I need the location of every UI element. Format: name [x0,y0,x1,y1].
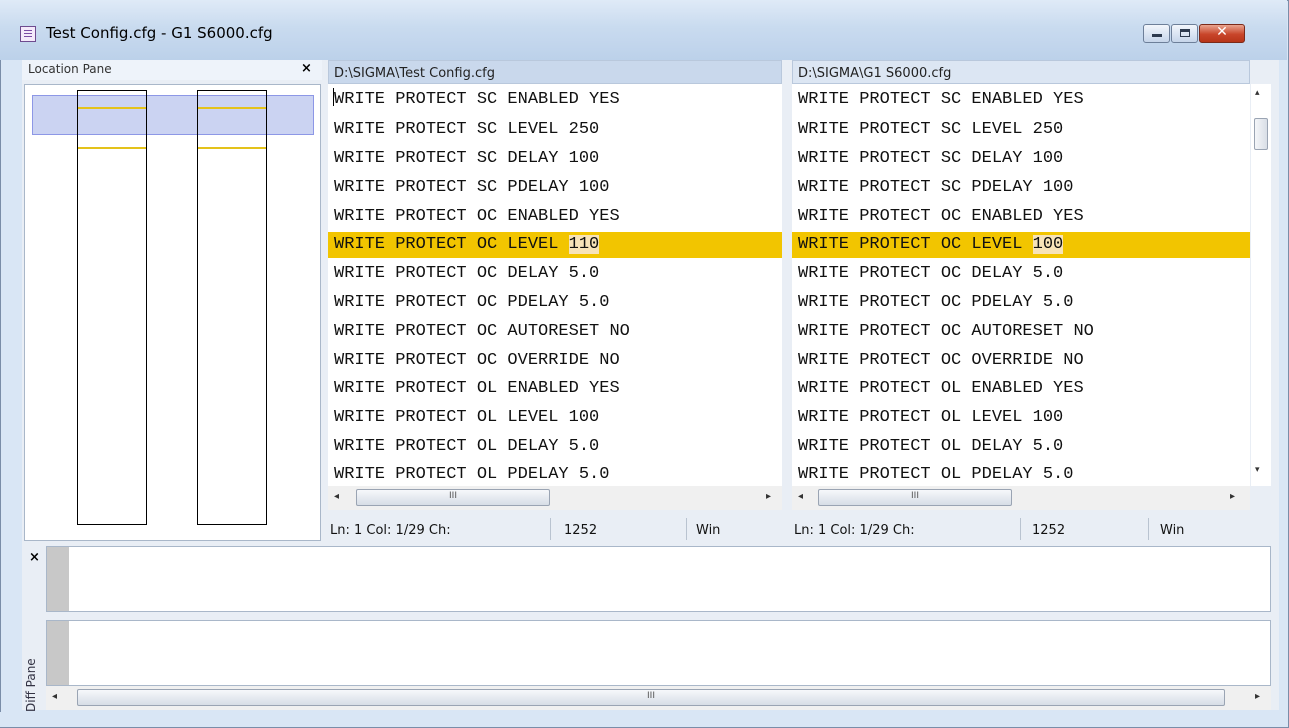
editor-line[interactable]: WRITE PROTECT SC LEVEL 250 [798,118,1063,142]
editor-line[interactable]: WRITE PROTECT OL ENABLED YES [798,377,1084,401]
editor-line[interactable]: WRITE PROTECT SC LEVEL 250 [334,118,599,142]
diff-highlight-line[interactable]: WRITE PROTECT OC LEVEL 100 [792,232,1250,258]
location-pane-close-icon[interactable]: × [301,61,312,76]
status-separator [1020,518,1021,540]
diff-value: 100 [1032,235,1064,254]
left-horizontal-scroll-thumb[interactable]: III [356,489,550,506]
location-diff-marker [198,147,266,149]
editor-line[interactable]: WRITE PROTECT OL DELAY 5.0 [798,435,1063,459]
scroll-right-icon[interactable]: ▸ [1230,491,1235,502]
status-separator [686,518,687,540]
location-bar-left-file[interactable] [77,90,147,525]
maximize-button[interactable] [1171,24,1198,43]
window-bottom-frame [0,712,1287,727]
minimize-icon [1152,34,1162,37]
scroll-down-icon[interactable]: ▾ [1255,465,1260,475]
diff-gutter [47,547,69,611]
editor-line[interactable]: WRITE PROTECT OL PDELAY 5.0 [798,463,1073,486]
close-icon: ✕ [1216,24,1228,40]
editor-line[interactable]: WRITE PROTECT SC PDELAY 100 [334,176,609,200]
maximize-icon [1180,29,1190,37]
editor-line[interactable]: WRITE PROTECT OC OVERRIDE NO [798,349,1084,373]
editor-line[interactable]: WRITE PROTECT OC DELAY 5.0 [334,262,599,286]
scroll-right-icon[interactable]: ▸ [766,491,771,502]
editor-line[interactable]: WRITE PROTECT OC DELAY 5.0 [798,262,1063,286]
editor-line[interactable]: WRITE PROTECT SC ENABLED YES [334,88,620,112]
editor-line-text: WRITE PROTECT OC LEVEL [334,235,569,254]
diff-pane-close-icon[interactable]: × [29,550,40,565]
status-encoding: 1252 [564,523,598,538]
scroll-up-icon[interactable]: ▴ [1255,88,1260,98]
diff-pane-line-left[interactable] [46,546,1271,612]
status-encoding: 1252 [1032,523,1066,538]
editor-line[interactable]: WRITE PROTECT OC AUTORESET NO [334,320,630,344]
diff-pane-line-right[interactable] [46,620,1271,686]
editor-line[interactable]: WRITE PROTECT OL ENABLED YES [334,377,620,401]
status-separator [1148,518,1149,540]
right-file-path: D:\SIGMA\G1 S6000.cfg [792,60,1250,84]
editor-line[interactable]: WRITE PROTECT OC PDELAY 5.0 [798,291,1073,315]
app-icon [20,26,36,42]
scroll-right-icon[interactable]: ▸ [1255,691,1260,702]
editor-line[interactable]: WRITE PROTECT OC ENABLED YES [798,205,1084,229]
editor-line[interactable]: WRITE PROTECT SC ENABLED YES [798,88,1084,112]
editor-line[interactable]: WRITE PROTECT OC ENABLED YES [334,205,620,229]
right-editor[interactable]: WRITE PROTECT SC ENABLED YES WRITE PROTE… [792,84,1250,486]
diff-horizontal-scroll-thumb[interactable]: III [77,689,1225,706]
location-viewport-indicator[interactable] [32,95,314,135]
location-pane-title: Location Pane [28,62,112,76]
status-separator [550,518,551,540]
editor-line[interactable]: WRITE PROTECT SC PDELAY 100 [798,176,1073,200]
editor-line[interactable]: WRITE PROTECT SC DELAY 100 [334,147,599,171]
right-horizontal-scroll-thumb[interactable]: III [818,489,1012,506]
location-pane-map[interactable] [24,84,321,541]
diff-gutter [47,621,69,685]
diff-highlight-line[interactable]: WRITE PROTECT OC LEVEL 110 [328,232,782,258]
editor-line[interactable]: WRITE PROTECT OC PDELAY 5.0 [334,291,609,315]
editor-line[interactable]: WRITE PROTECT SC DELAY 100 [798,147,1063,171]
editor-line[interactable]: WRITE PROTECT OL LEVEL 100 [334,406,599,430]
location-diff-marker [78,147,146,149]
status-line-ending: Win [1160,523,1185,538]
diff-pane-title[interactable]: Diff Pane [24,658,38,712]
left-editor[interactable]: WRITE PROTECT SC ENABLED YES WRITE PROTE… [328,84,782,486]
left-file-path: D:\SIGMA\Test Config.cfg [328,60,782,84]
editor-line[interactable]: WRITE PROTECT OL DELAY 5.0 [334,435,599,459]
location-diff-marker [78,107,146,109]
editor-line[interactable]: WRITE PROTECT OL PDELAY 5.0 [334,463,609,486]
left-status-bar: Ln: 1 Col: 1/29 Ch: 1252 Win [328,516,782,542]
scroll-left-icon[interactable]: ◂ [334,491,339,502]
window-title: Test Config.cfg - G1 S6000.cfg [46,24,273,42]
editor-line[interactable]: WRITE PROTECT OL LEVEL 100 [798,406,1063,430]
scroll-left-icon[interactable]: ◂ [52,691,57,702]
right-status-bar: Ln: 1 Col: 1/29 Ch: 1252 Win [792,516,1250,542]
location-bar-right-file[interactable] [197,90,267,525]
location-diff-marker [198,107,266,109]
status-line-ending: Win [696,523,721,538]
status-position: Ln: 1 Col: 1/29 Ch: [794,523,915,538]
close-button[interactable]: ✕ [1199,24,1245,43]
minimize-button[interactable] [1143,24,1170,43]
editor-line[interactable]: WRITE PROTECT OC OVERRIDE NO [334,349,620,373]
diff-value: 110 [568,235,600,254]
editor-line-text: WRITE PROTECT OC LEVEL [798,235,1033,254]
status-position: Ln: 1 Col: 1/29 Ch: [330,523,451,538]
editor-line[interactable]: WRITE PROTECT OC AUTORESET NO [798,320,1094,344]
vertical-scroll-thumb[interactable] [1254,118,1268,150]
scroll-left-icon[interactable]: ◂ [798,491,803,502]
